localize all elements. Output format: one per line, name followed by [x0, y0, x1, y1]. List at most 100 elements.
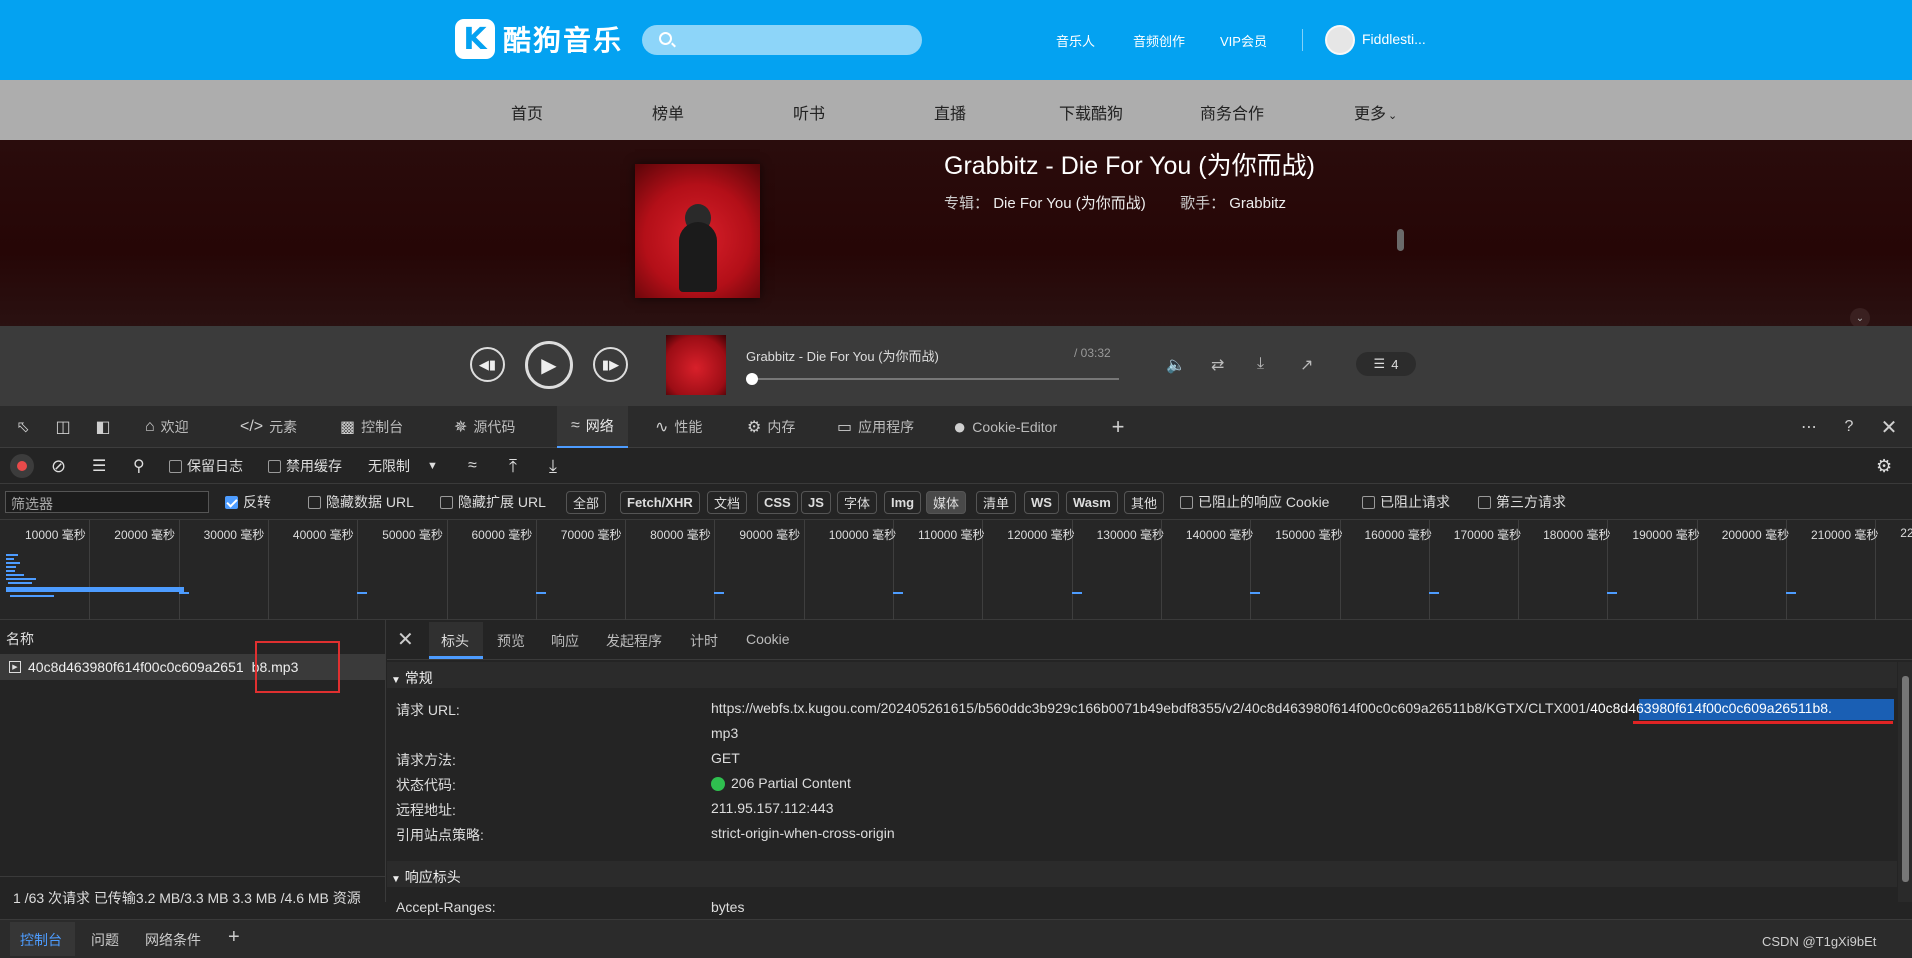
- add-tab-icon[interactable]: +: [1105, 414, 1131, 440]
- volume-icon[interactable]: 🔈: [1166, 355, 1186, 375]
- progress-handle[interactable]: [746, 373, 758, 385]
- hide-ext-url-checkbox[interactable]: 隐藏扩展 URL: [440, 492, 546, 512]
- tab-headers[interactable]: 标头: [441, 631, 469, 651]
- search-input[interactable]: [642, 25, 922, 55]
- album-name[interactable]: Die For You (为你而战): [993, 195, 1146, 212]
- network-conditions-icon[interactable]: ≈: [468, 456, 477, 476]
- filter-type-font[interactable]: 字体: [837, 491, 878, 514]
- repeat-icon[interactable]: ⇄: [1211, 355, 1224, 375]
- tab-performance[interactable]: ∿ 性能: [655, 406, 702, 448]
- share-icon[interactable]: ↗: [1300, 355, 1313, 375]
- tab-network[interactable]: ≈ 网络: [557, 406, 628, 448]
- hide-data-url-checkbox[interactable]: 隐藏数据 URL: [308, 492, 414, 512]
- progress-track[interactable]: [752, 378, 1119, 380]
- export-har-icon[interactable]: ⤓: [549, 456, 557, 476]
- filter-type-manifest[interactable]: 清单: [976, 491, 1017, 514]
- scrollbar-thumb[interactable]: [1902, 676, 1909, 882]
- disable-cache-checkbox[interactable]: 禁用缓存: [268, 456, 342, 476]
- tab-application[interactable]: ▭ 应用程序: [837, 406, 914, 448]
- play-icon[interactable]: ▶: [525, 341, 573, 389]
- now-playing-thumbnail[interactable]: [666, 335, 726, 395]
- add-tab-icon[interactable]: +: [228, 926, 240, 949]
- next-icon[interactable]: ▮▶: [593, 347, 628, 382]
- tab-cookie-editor[interactable]: ● Cookie-Editor: [953, 406, 1057, 448]
- avatar[interactable]: [1325, 25, 1355, 55]
- username[interactable]: Fiddlesti...: [1362, 31, 1426, 47]
- tab-memory[interactable]: ⚙ 内存: [747, 406, 795, 448]
- nav-download[interactable]: 下载酷狗: [1059, 100, 1123, 124]
- close-icon[interactable]: ✕: [1876, 414, 1902, 440]
- disable-cache-check[interactable]: [268, 459, 281, 473]
- lyrics-scrollbar[interactable]: [1397, 229, 1404, 251]
- nav-home[interactable]: 首页: [511, 100, 543, 124]
- toplink-vip[interactable]: VIP会员: [1220, 31, 1267, 50]
- settings-gear-icon[interactable]: ⚙: [1876, 456, 1892, 476]
- filter-type-wasm[interactable]: Wasm: [1066, 491, 1118, 514]
- preserve-log-checkbox[interactable]: 保留日志: [169, 456, 243, 476]
- throttle-select[interactable]: 无限制 ▼: [368, 456, 438, 476]
- blocked-requests-checkbox[interactable]: 已阻止请求: [1362, 492, 1450, 512]
- more-options-icon[interactable]: ⋯: [1796, 414, 1822, 440]
- playlist-queue-button[interactable]: ☰ 4: [1356, 352, 1416, 376]
- third-party-check[interactable]: [1478, 495, 1491, 509]
- tab-console[interactable]: ▩ 控制台: [340, 406, 403, 448]
- clear-icon[interactable]: ⊘: [51, 456, 66, 476]
- filter-type-all[interactable]: 全部: [566, 491, 607, 514]
- drawer-tab-issues[interactable]: 问题: [91, 930, 119, 950]
- filter-type-css[interactable]: CSS: [757, 491, 798, 514]
- now-playing-title[interactable]: Grabbitz - Die For You (为你而战): [746, 346, 939, 365]
- filter-type-doc[interactable]: 文档: [707, 491, 748, 514]
- tab-elements[interactable]: </> 元素: [240, 406, 297, 448]
- blocked-cookies-checkbox[interactable]: 已阻止的响应 Cookie: [1180, 492, 1329, 512]
- close-icon[interactable]: ✕: [397, 627, 414, 652]
- kugou-logo[interactable]: K 酷狗音乐: [455, 19, 623, 59]
- nav-live[interactable]: 直播: [934, 100, 966, 124]
- filter-type-media[interactable]: 媒体: [926, 491, 967, 514]
- hide-data-url-check[interactable]: [308, 495, 321, 509]
- tab-response[interactable]: 响应: [551, 631, 579, 651]
- help-icon[interactable]: ?: [1836, 414, 1862, 440]
- filter-type-fetch-xhr[interactable]: Fetch/XHR: [620, 491, 700, 514]
- tab-preview[interactable]: 预览: [497, 631, 525, 651]
- record-button[interactable]: [10, 454, 34, 478]
- inspect-element-icon[interactable]: ⬁: [10, 414, 36, 440]
- filter-type-img[interactable]: Img: [884, 491, 922, 514]
- nav-business[interactable]: 商务合作: [1200, 100, 1264, 124]
- blocked-requests-check[interactable]: [1362, 495, 1375, 509]
- invert-checkbox[interactable]: 反转: [225, 492, 271, 512]
- blocked-cookies-check[interactable]: [1180, 495, 1193, 509]
- filter-type-other[interactable]: 其他: [1124, 491, 1165, 514]
- nav-audiobooks[interactable]: 听书: [793, 100, 825, 124]
- tab-cookies[interactable]: Cookie: [746, 631, 790, 647]
- tab-initiator[interactable]: 发起程序: [606, 631, 662, 651]
- toplink-musician[interactable]: 音乐人: [1056, 31, 1095, 50]
- download-icon[interactable]: ⤓: [1257, 355, 1264, 373]
- third-party-checkbox[interactable]: 第三方请求: [1478, 492, 1566, 512]
- nav-charts[interactable]: 榜单: [652, 100, 684, 124]
- preserve-log-check[interactable]: [169, 459, 182, 473]
- nav-more[interactable]: 更多 ⌄: [1354, 100, 1397, 124]
- filter-input[interactable]: 筛选器: [5, 491, 209, 513]
- filter-type-ws[interactable]: WS: [1024, 491, 1059, 514]
- import-har-icon[interactable]: ⤒: [509, 456, 517, 476]
- column-name-header[interactable]: 名称: [6, 629, 34, 649]
- hide-ext-url-check[interactable]: [440, 495, 453, 509]
- artist-name[interactable]: Grabbitz: [1229, 195, 1286, 212]
- tab-welcome[interactable]: ⌂ 欢迎: [145, 406, 189, 448]
- tab-sources[interactable]: ✵ 源代码: [454, 406, 515, 448]
- drawer-tab-console[interactable]: 控制台: [20, 930, 62, 950]
- collapse-icon[interactable]: ⌄: [1850, 308, 1870, 328]
- section-response-headers[interactable]: ▼ 响应标头: [391, 867, 461, 887]
- url-value-tail[interactable]: mp3: [711, 725, 738, 741]
- filter-icon[interactable]: ☰: [92, 456, 106, 476]
- filter-type-js[interactable]: JS: [801, 491, 831, 514]
- url-value[interactable]: https://webfs.tx.kugou.com/202405261615/…: [711, 700, 1832, 716]
- invert-check[interactable]: [225, 495, 238, 509]
- section-general[interactable]: ▼ 常规: [391, 668, 433, 688]
- previous-icon[interactable]: ◀▮: [470, 347, 505, 382]
- dock-sidebar-icon[interactable]: ◧: [90, 414, 116, 440]
- device-toolbar-icon[interactable]: ◫: [50, 414, 76, 440]
- tab-timing[interactable]: 计时: [690, 631, 718, 651]
- toplink-audio-creation[interactable]: 音频创作: [1133, 31, 1185, 50]
- search-icon[interactable]: ⚲: [133, 456, 145, 476]
